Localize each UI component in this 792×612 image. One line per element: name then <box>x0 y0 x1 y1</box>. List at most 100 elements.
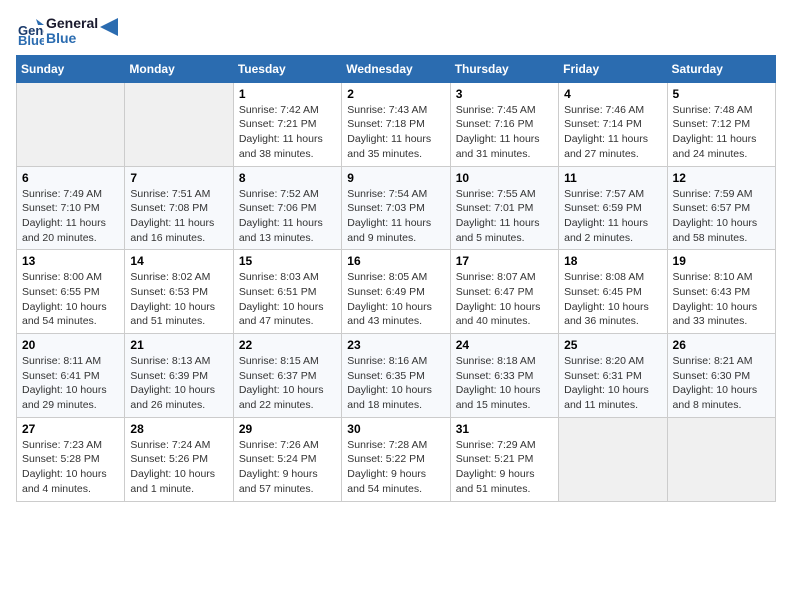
page-header: General Blue General Blue <box>16 16 776 47</box>
calendar-cell: 9 Sunrise: 7:54 AM Sunset: 7:03 PM Daylig… <box>342 166 450 250</box>
calendar-cell: 8Sunrise: 7:52 AM Sunset: 7:06 PM Daylig… <box>233 166 341 250</box>
day-info: Sunrise: 8:11 AM Sunset: 6:41 PM Dayligh… <box>22 354 119 413</box>
day-number: 1 <box>239 87 336 101</box>
day-info: Sunrise: 8:20 AM Sunset: 6:31 PM Dayligh… <box>564 354 661 413</box>
column-header-tuesday: Tuesday <box>233 55 341 82</box>
calendar-cell: 20 Sunrise: 8:11 AM Sunset: 6:41 PM Dayli… <box>17 334 125 418</box>
day-number: 12 <box>673 171 770 185</box>
day-number: 15 <box>239 254 336 268</box>
day-number: 13 <box>22 254 119 268</box>
day-info: Sunrise: 8:07 AM Sunset: 6:47 PM Dayligh… <box>456 270 553 329</box>
logo-text-general: General <box>46 16 98 31</box>
day-info: Sunrise: 7:48 AM Sunset: 7:12 PM Dayligh… <box>673 103 770 162</box>
day-info: Sunrise: 7:51 AM Sunset: 7:08 PM Dayligh… <box>130 187 227 246</box>
calendar-week-row: 20 Sunrise: 8:11 AM Sunset: 6:41 PM Dayli… <box>17 334 776 418</box>
day-info: Sunrise: 8:00 AM Sunset: 6:55 PM Dayligh… <box>22 270 119 329</box>
day-info: Sunrise: 7:28 AM Sunset: 5:22 PM Dayligh… <box>347 438 444 497</box>
day-number: 17 <box>456 254 553 268</box>
calendar-cell: 17 Sunrise: 8:07 AM Sunset: 6:47 PM Dayli… <box>450 250 558 334</box>
column-header-wednesday: Wednesday <box>342 55 450 82</box>
day-number: 11 <box>564 171 661 185</box>
logo-text-blue: Blue <box>46 31 98 46</box>
calendar-cell: 14Sunrise: 8:02 AM Sunset: 6:53 PM Dayli… <box>125 250 233 334</box>
day-info: Sunrise: 7:26 AM Sunset: 5:24 PM Dayligh… <box>239 438 336 497</box>
column-header-saturday: Saturday <box>667 55 775 82</box>
day-info: Sunrise: 8:08 AM Sunset: 6:45 PM Dayligh… <box>564 270 661 329</box>
day-number: 27 <box>22 422 119 436</box>
calendar-table: SundayMondayTuesdayWednesdayThursdayFrid… <box>16 55 776 502</box>
day-number: 9 <box>347 171 444 185</box>
day-info: Sunrise: 7:49 AM Sunset: 7:10 PM Dayligh… <box>22 187 119 246</box>
svg-text:Blue: Blue <box>18 33 44 45</box>
day-number: 6 <box>22 171 119 185</box>
logo: General Blue General Blue <box>16 16 118 47</box>
column-header-sunday: Sunday <box>17 55 125 82</box>
day-info: Sunrise: 8:05 AM Sunset: 6:49 PM Dayligh… <box>347 270 444 329</box>
day-number: 4 <box>564 87 661 101</box>
day-number: 19 <box>673 254 770 268</box>
calendar-cell: 30 Sunrise: 7:28 AM Sunset: 5:22 PM Dayli… <box>342 417 450 501</box>
day-number: 24 <box>456 338 553 352</box>
day-info: Sunrise: 7:43 AM Sunset: 7:18 PM Dayligh… <box>347 103 444 162</box>
day-number: 30 <box>347 422 444 436</box>
day-info: Sunrise: 7:42 AM Sunset: 7:21 PM Dayligh… <box>239 103 336 162</box>
day-info: Sunrise: 7:52 AM Sunset: 7:06 PM Dayligh… <box>239 187 336 246</box>
day-info: Sunrise: 7:23 AM Sunset: 5:28 PM Dayligh… <box>22 438 119 497</box>
calendar-cell: 3Sunrise: 7:45 AM Sunset: 7:16 PM Daylig… <box>450 82 558 166</box>
day-info: Sunrise: 8:21 AM Sunset: 6:30 PM Dayligh… <box>673 354 770 413</box>
calendar-cell <box>559 417 667 501</box>
day-number: 26 <box>673 338 770 352</box>
calendar-week-row: 6 Sunrise: 7:49 AM Sunset: 7:10 PM Daylig… <box>17 166 776 250</box>
day-info: Sunrise: 8:02 AM Sunset: 6:53 PM Dayligh… <box>130 270 227 329</box>
calendar-cell: 18Sunrise: 8:08 AM Sunset: 6:45 PM Dayli… <box>559 250 667 334</box>
calendar-cell: 26 Sunrise: 8:21 AM Sunset: 6:30 PM Dayli… <box>667 334 775 418</box>
calendar-cell: 7 Sunrise: 7:51 AM Sunset: 7:08 PM Daylig… <box>125 166 233 250</box>
day-info: Sunrise: 7:59 AM Sunset: 6:57 PM Dayligh… <box>673 187 770 246</box>
day-info: Sunrise: 8:10 AM Sunset: 6:43 PM Dayligh… <box>673 270 770 329</box>
calendar-cell: 25 Sunrise: 8:20 AM Sunset: 6:31 PM Dayli… <box>559 334 667 418</box>
calendar-cell: 19 Sunrise: 8:10 AM Sunset: 6:43 PM Dayli… <box>667 250 775 334</box>
day-info: Sunrise: 8:03 AM Sunset: 6:51 PM Dayligh… <box>239 270 336 329</box>
day-info: Sunrise: 8:13 AM Sunset: 6:39 PM Dayligh… <box>130 354 227 413</box>
calendar-cell: 31Sunrise: 7:29 AM Sunset: 5:21 PM Dayli… <box>450 417 558 501</box>
calendar-cell: 29Sunrise: 7:26 AM Sunset: 5:24 PM Dayli… <box>233 417 341 501</box>
calendar-week-row: 1 Sunrise: 7:42 AM Sunset: 7:21 PM Daylig… <box>17 82 776 166</box>
day-number: 3 <box>456 87 553 101</box>
logo-icon: General Blue <box>16 17 44 45</box>
calendar-cell: 27 Sunrise: 7:23 AM Sunset: 5:28 PM Dayli… <box>17 417 125 501</box>
day-number: 10 <box>456 171 553 185</box>
day-number: 20 <box>22 338 119 352</box>
day-number: 25 <box>564 338 661 352</box>
day-number: 7 <box>130 171 227 185</box>
calendar-week-row: 27 Sunrise: 7:23 AM Sunset: 5:28 PM Dayli… <box>17 417 776 501</box>
day-info: Sunrise: 7:24 AM Sunset: 5:26 PM Dayligh… <box>130 438 227 497</box>
calendar-header-row: SundayMondayTuesdayWednesdayThursdayFrid… <box>17 55 776 82</box>
calendar-cell: 6 Sunrise: 7:49 AM Sunset: 7:10 PM Daylig… <box>17 166 125 250</box>
calendar-cell: 16Sunrise: 8:05 AM Sunset: 6:49 PM Dayli… <box>342 250 450 334</box>
calendar-week-row: 13 Sunrise: 8:00 AM Sunset: 6:55 PM Dayli… <box>17 250 776 334</box>
day-number: 2 <box>347 87 444 101</box>
day-number: 22 <box>239 338 336 352</box>
day-number: 5 <box>673 87 770 101</box>
calendar-cell: 2 Sunrise: 7:43 AM Sunset: 7:18 PM Daylig… <box>342 82 450 166</box>
calendar-cell: 11 Sunrise: 7:57 AM Sunset: 6:59 PM Dayli… <box>559 166 667 250</box>
day-info: Sunrise: 7:57 AM Sunset: 6:59 PM Dayligh… <box>564 187 661 246</box>
calendar-cell <box>667 417 775 501</box>
calendar-cell: 23 Sunrise: 8:16 AM Sunset: 6:35 PM Dayli… <box>342 334 450 418</box>
calendar-cell: 15 Sunrise: 8:03 AM Sunset: 6:51 PM Dayli… <box>233 250 341 334</box>
calendar-cell: 10 Sunrise: 7:55 AM Sunset: 7:01 PM Dayli… <box>450 166 558 250</box>
day-number: 21 <box>130 338 227 352</box>
day-number: 31 <box>456 422 553 436</box>
day-number: 23 <box>347 338 444 352</box>
calendar-cell: 21 Sunrise: 8:13 AM Sunset: 6:39 PM Dayli… <box>125 334 233 418</box>
day-info: Sunrise: 8:18 AM Sunset: 6:33 PM Dayligh… <box>456 354 553 413</box>
day-info: Sunrise: 8:16 AM Sunset: 6:35 PM Dayligh… <box>347 354 444 413</box>
day-info: Sunrise: 8:15 AM Sunset: 6:37 PM Dayligh… <box>239 354 336 413</box>
calendar-cell: 4Sunrise: 7:46 AM Sunset: 7:14 PM Daylig… <box>559 82 667 166</box>
day-info: Sunrise: 7:55 AM Sunset: 7:01 PM Dayligh… <box>456 187 553 246</box>
calendar-cell <box>125 82 233 166</box>
calendar-cell: 22 Sunrise: 8:15 AM Sunset: 6:37 PM Dayli… <box>233 334 341 418</box>
column-header-friday: Friday <box>559 55 667 82</box>
day-info: Sunrise: 7:54 AM Sunset: 7:03 PM Dayligh… <box>347 187 444 246</box>
calendar-cell <box>17 82 125 166</box>
